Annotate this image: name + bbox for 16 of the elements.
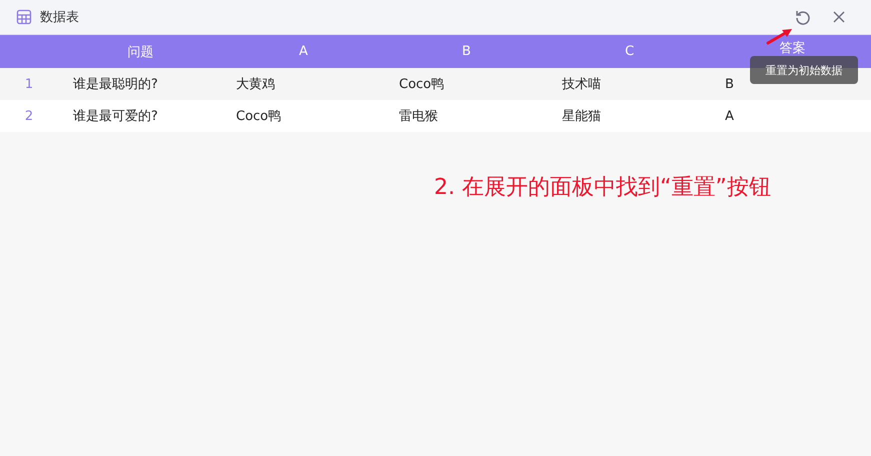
cell-text: B	[725, 76, 734, 92]
window-title: 数据表	[40, 9, 79, 26]
cell-text: 雷电猴	[399, 108, 438, 125]
cell-text: 谁是最聪明的?	[73, 76, 158, 93]
cell-text: 谁是最可爱的?	[73, 108, 158, 125]
cell-text: 星能猫	[562, 108, 601, 125]
cell-text: Coco鸭	[236, 108, 282, 125]
cell-text: Coco鸭	[399, 76, 444, 93]
cell-text: 大黄鸡	[236, 76, 275, 93]
row-number: 2	[24, 108, 34, 126]
annotation-text: 2. 在展开的面板中找到“重置”按钮	[434, 174, 771, 202]
tooltip: 重置为初始数据	[750, 56, 858, 84]
cell-text: A	[725, 108, 734, 124]
row-number: 1	[24, 76, 34, 94]
table-icon	[16, 9, 32, 25]
cell-text: 技术喵	[562, 76, 601, 93]
